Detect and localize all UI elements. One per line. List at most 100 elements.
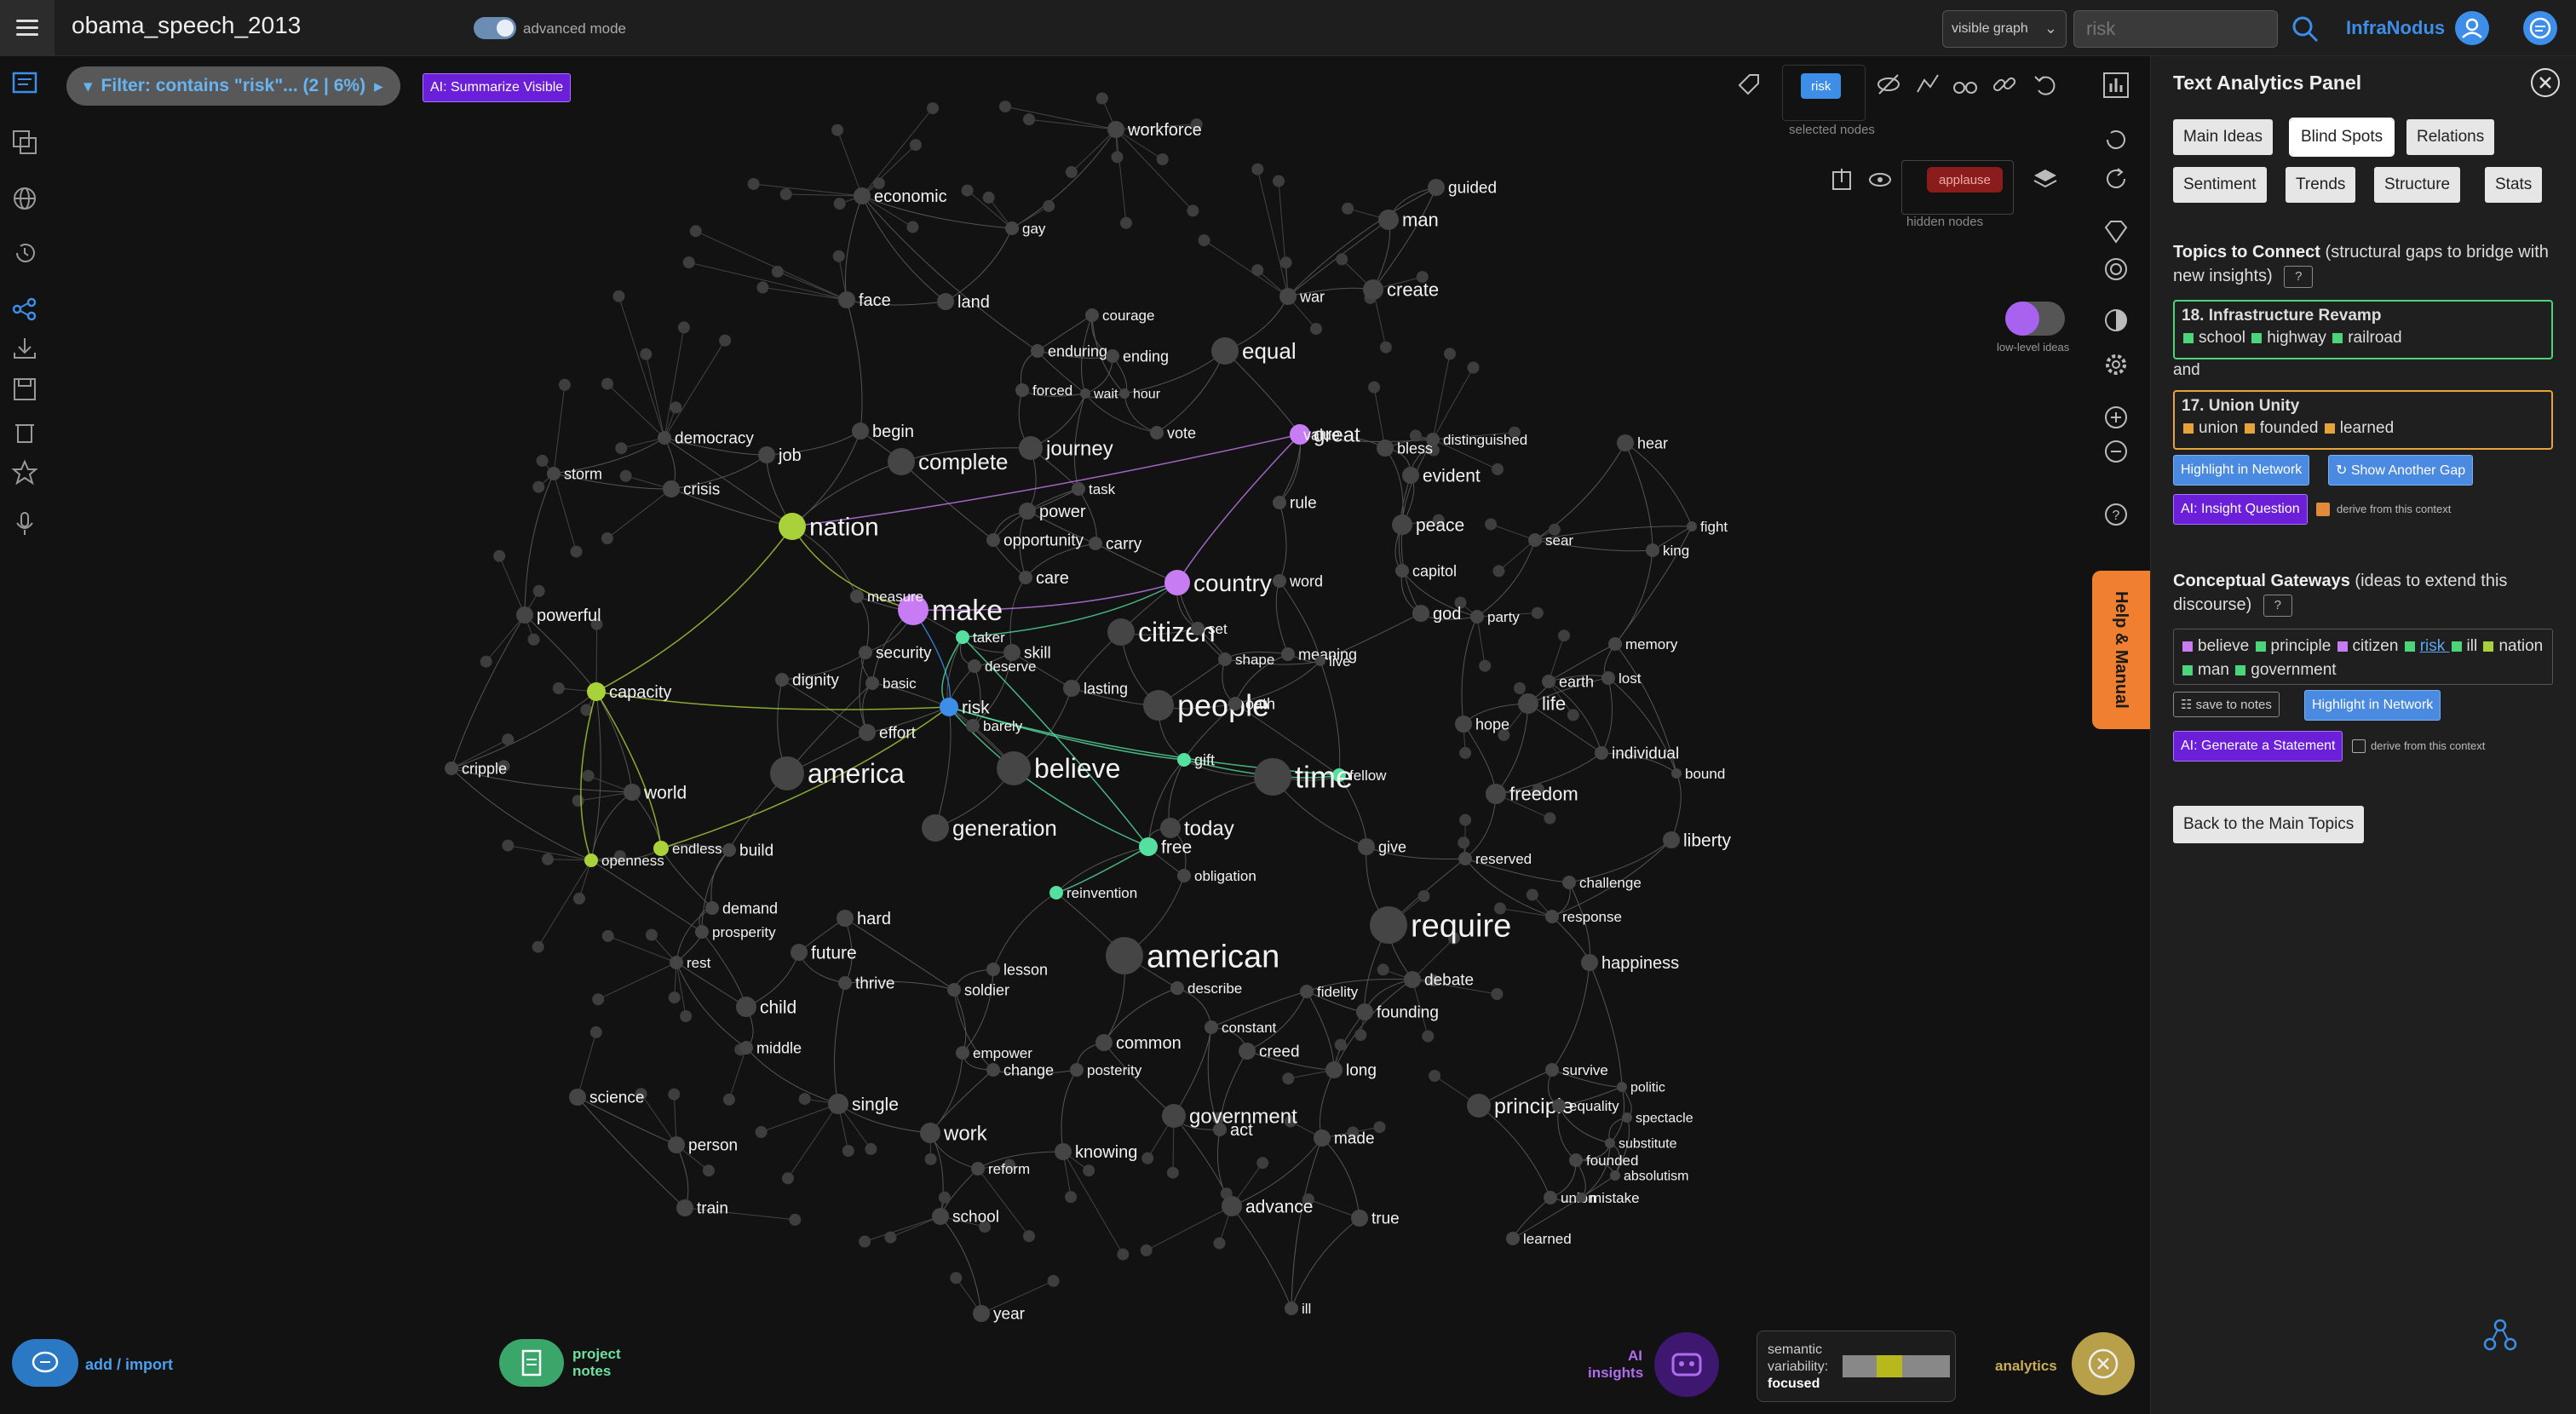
graph-node-label[interactable]: mistake xyxy=(1590,1190,1640,1206)
graph-node-unlabeled[interactable] xyxy=(592,993,605,1006)
graph-node-label[interactable]: nation xyxy=(809,514,879,542)
graph-node-label[interactable]: empower xyxy=(973,1045,1032,1061)
graph-node-label[interactable]: courage xyxy=(1102,308,1154,324)
graph-node-label[interactable]: economic xyxy=(874,187,947,206)
graph-node-label[interactable]: democracy xyxy=(675,430,754,448)
graph-node-label[interactable]: security xyxy=(876,645,932,663)
graph-node-label[interactable]: powerful xyxy=(537,606,601,625)
graph-node-label[interactable]: equal xyxy=(1242,338,1297,364)
graph-node-label[interactable]: storm xyxy=(564,465,602,482)
graph-node-build[interactable] xyxy=(722,843,736,857)
tab-relations[interactable]: Relations xyxy=(2406,119,2495,155)
graph-node-prosperity[interactable] xyxy=(695,925,709,939)
graph-node-taker[interactable] xyxy=(956,630,969,644)
graph-node-label[interactable]: build xyxy=(739,842,773,860)
graph-node-today[interactable] xyxy=(1160,818,1181,838)
graph-node-life[interactable] xyxy=(1518,693,1538,714)
graph-node-unlabeled[interactable] xyxy=(680,1010,693,1022)
tab-stats[interactable]: Stats xyxy=(2485,167,2543,203)
graph-node-unlabeled[interactable] xyxy=(781,1172,794,1185)
graph-node-unlabeled[interactable] xyxy=(532,584,545,597)
graph-node-unlabeled[interactable] xyxy=(859,1235,871,1248)
filter-pill[interactable]: ▾ Filter: contains "risk"... (2 | 6%) ▸ xyxy=(66,66,400,106)
graph-node-label[interactable]: constant xyxy=(1222,1020,1277,1036)
graph-node-debate[interactable] xyxy=(1404,971,1421,988)
graph-node-label[interactable]: complete xyxy=(918,449,1009,474)
graph-node-unlabeled[interactable] xyxy=(1379,341,1392,354)
graph-node-unlabeled[interactable] xyxy=(589,1026,602,1038)
target-icon[interactable] xyxy=(2099,252,2133,286)
graph-node-label[interactable]: require xyxy=(1411,908,1511,944)
graph-node-label[interactable]: absolutism xyxy=(1624,1170,1688,1184)
low-level-ideas-toggle[interactable] xyxy=(2005,302,2065,336)
graph-node-science[interactable] xyxy=(569,1089,586,1106)
graph-node-label[interactable]: capacity xyxy=(609,683,671,702)
document-title[interactable]: obama_speech_2013 xyxy=(72,12,301,39)
graph-node-label[interactable]: change xyxy=(1003,1061,1054,1078)
graph-node-hope[interactable] xyxy=(1455,716,1472,733)
graph-node-unlabeled[interactable] xyxy=(865,1142,877,1155)
graph-node-absolutism[interactable] xyxy=(1610,1170,1620,1181)
graph-node-label[interactable]: america xyxy=(808,758,905,789)
graph-node-unlabeled[interactable] xyxy=(1282,1072,1295,1085)
graph-node-american[interactable] xyxy=(1106,937,1143,974)
graph-node-label[interactable]: deserve xyxy=(985,658,1036,675)
analytics-label[interactable]: analytics xyxy=(1995,1358,2057,1375)
graph-node-unlabeled[interactable] xyxy=(842,1145,854,1158)
graph-node-label[interactable]: god xyxy=(1433,605,1461,624)
graph-node-reserved[interactable] xyxy=(1458,852,1472,865)
graph-node-label[interactable]: hear xyxy=(1637,434,1668,451)
graph-node-rule[interactable] xyxy=(1273,496,1286,509)
graph-node-demand[interactable] xyxy=(705,901,719,915)
graph-node-unlabeled[interactable] xyxy=(1023,113,1035,126)
graph-node-label[interactable]: act xyxy=(1230,1121,1253,1140)
topic-word[interactable]: union xyxy=(2199,419,2243,437)
graph-node-basic[interactable] xyxy=(865,676,879,690)
hidden-node-chip[interactable]: applause xyxy=(1927,167,2003,193)
graph-node-nation[interactable] xyxy=(779,513,806,540)
graph-node-label[interactable]: risk xyxy=(962,698,990,717)
graph-node-evident[interactable] xyxy=(1402,467,1419,484)
settings-icon[interactable] xyxy=(2099,348,2133,382)
tab-trends[interactable]: Trends xyxy=(2286,167,2356,203)
graph-node-care[interactable] xyxy=(1019,571,1032,584)
graph-node-label[interactable]: obligation xyxy=(1194,868,1256,884)
graph-node-reinvention[interactable] xyxy=(1049,886,1063,900)
graph-node-label[interactable]: country xyxy=(1193,570,1272,596)
graph-node-label[interactable]: word xyxy=(1289,572,1323,589)
graph-node-label[interactable]: lost xyxy=(1619,670,1642,687)
graph-node-democracy[interactable] xyxy=(658,431,671,445)
graph-node-label[interactable]: rest xyxy=(687,955,711,971)
graph-node-label[interactable]: opportunity xyxy=(1003,532,1084,550)
graph-node-economic[interactable] xyxy=(854,187,871,204)
graph-node-unlabeled[interactable] xyxy=(1095,92,1108,105)
graph-node-unlabeled[interactable] xyxy=(722,1093,735,1106)
graph-node-knowing[interactable] xyxy=(1055,1143,1072,1160)
graph-node-learned[interactable] xyxy=(1506,1232,1520,1245)
graph-node-label[interactable]: hope xyxy=(1475,716,1509,733)
graph-node-label[interactable]: set xyxy=(1208,621,1228,637)
graph-node-workforce[interactable] xyxy=(1107,121,1124,138)
graph-node-unlabeled[interactable] xyxy=(906,221,919,233)
graph-node-crisis[interactable] xyxy=(663,480,680,497)
ai-generate-statement-button[interactable]: AI: Generate a Statement xyxy=(2173,731,2343,762)
graph-node-label[interactable]: knowing xyxy=(1075,1143,1137,1162)
graph-node-advance[interactable] xyxy=(1222,1196,1242,1216)
ai-insight-question-button[interactable]: AI: Insight Question xyxy=(2173,494,2308,525)
graph-node-label[interactable]: task xyxy=(1089,481,1116,497)
graph-node-label[interactable]: made xyxy=(1334,1130,1375,1148)
graph-node-train[interactable] xyxy=(676,1199,693,1216)
graph-node-label[interactable]: hour xyxy=(1133,388,1161,402)
graph-node-label[interactable]: challenge xyxy=(1579,875,1642,891)
graph-node-king[interactable] xyxy=(1646,543,1659,557)
graph-node-label[interactable]: distinguished xyxy=(1443,432,1527,448)
graph-node-unlabeled[interactable] xyxy=(831,124,844,136)
graph-node-unlabeled[interactable] xyxy=(1567,709,1579,721)
graph-node-unlabeled[interactable] xyxy=(1256,1157,1269,1170)
graph-node-unlabeled[interactable] xyxy=(982,191,995,204)
graph-node-label[interactable]: long xyxy=(1346,1062,1377,1080)
graph-node-wait[interactable] xyxy=(1080,388,1090,399)
graph-node-guided[interactable] xyxy=(1428,179,1445,196)
graph-node-label[interactable]: care xyxy=(1036,569,1069,588)
graph-node-label[interactable]: guided xyxy=(1448,180,1497,198)
